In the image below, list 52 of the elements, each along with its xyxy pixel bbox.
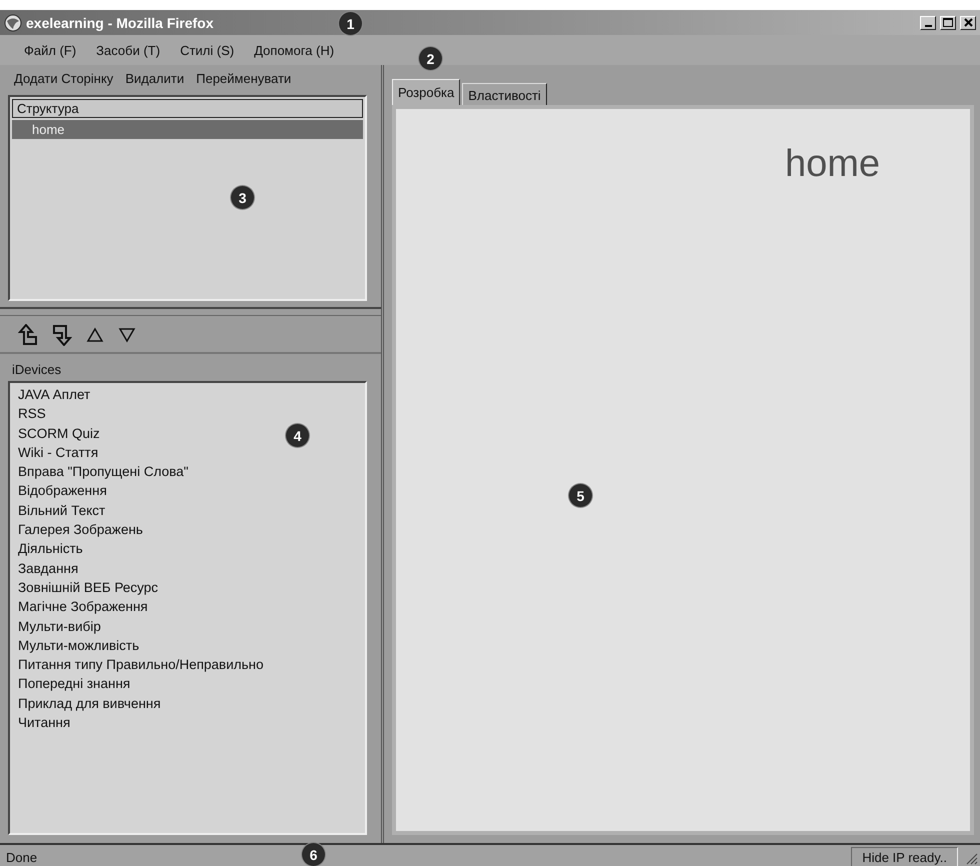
list-item[interactable]: Галерея Зображень: [18, 522, 143, 538]
minimize-icon: [924, 24, 932, 26]
list-item[interactable]: JAVA Аплет: [18, 387, 90, 402]
splitter-bar[interactable]: [0, 307, 381, 316]
list-item[interactable]: Зовнішній ВЕБ Ресурс: [18, 580, 158, 595]
tab[interactable]: Властивості: [462, 83, 547, 105]
list-item[interactable]: RSS: [18, 406, 46, 422]
callout-number: 5: [569, 484, 592, 507]
list-item[interactable]: Відображення: [18, 483, 107, 498]
list-item[interactable]: Вправа "Пропущені Слова": [18, 464, 188, 480]
list-item[interactable]: Вільний Текст: [18, 502, 106, 518]
tab[interactable]: Розробка: [392, 79, 460, 105]
callout-number: 3: [231, 186, 254, 209]
callout-number: 4: [286, 424, 309, 447]
status-text: Done: [6, 850, 38, 864]
toolbar-button[interactable]: Перейменувати: [196, 71, 292, 93]
triangle-up-icon[interactable]: [86, 327, 104, 343]
page-heading: home: [784, 143, 880, 187]
promote-arrow-icon[interactable]: [18, 324, 38, 346]
globe-icon: [4, 14, 22, 32]
maximize-button[interactable]: [940, 16, 956, 30]
toolbar-button[interactable]: Додати Сторінку: [14, 71, 114, 93]
panel-label: iDevices: [12, 362, 62, 377]
maximize-icon: [943, 18, 953, 27]
toolbar-button[interactable]: Видалити: [125, 71, 184, 93]
menu-item[interactable]: Засоби (T): [86, 42, 170, 58]
triangle-down-icon[interactable]: [118, 327, 136, 343]
callout-number: 2: [419, 47, 442, 70]
demote-arrow-icon[interactable]: [52, 324, 72, 346]
list-item[interactable]: SCORM Quiz: [18, 426, 100, 441]
list-item[interactable]: Мульти-вибір: [18, 618, 101, 634]
list-item[interactable]: Мульти-можливість: [18, 638, 140, 653]
status-panel: Hide IP ready..: [851, 846, 958, 866]
list-item[interactable]: Попередні знання: [18, 676, 130, 692]
menu-item[interactable]: Допомога (H): [244, 42, 344, 58]
menu-item[interactable]: Стилі (S): [170, 42, 244, 58]
list-item[interactable]: Магічне Зображення: [18, 599, 148, 614]
callout-number: 1: [339, 12, 362, 35]
list-item[interactable]: Завдання: [18, 560, 78, 576]
window-title: exelearning - Mozilla Firefox: [26, 14, 214, 30]
close-icon: [964, 18, 972, 27]
close-button[interactable]: [960, 16, 976, 30]
list-item[interactable]: Читання: [18, 715, 70, 730]
tree-item[interactable]: home: [12, 120, 363, 139]
list-item[interactable]: Діяльність: [18, 541, 83, 556]
list-item[interactable]: Приклад для вивчення: [18, 696, 161, 711]
callout-number: 6: [302, 843, 325, 866]
list-item[interactable]: Питання типу Правильно/Неправильно: [18, 657, 264, 672]
list-item[interactable]: Wiki - Стаття: [18, 444, 98, 460]
minimize-button[interactable]: [920, 16, 936, 30]
menu-item[interactable]: Файл (F): [14, 42, 86, 58]
column-header: Структура: [12, 99, 363, 118]
